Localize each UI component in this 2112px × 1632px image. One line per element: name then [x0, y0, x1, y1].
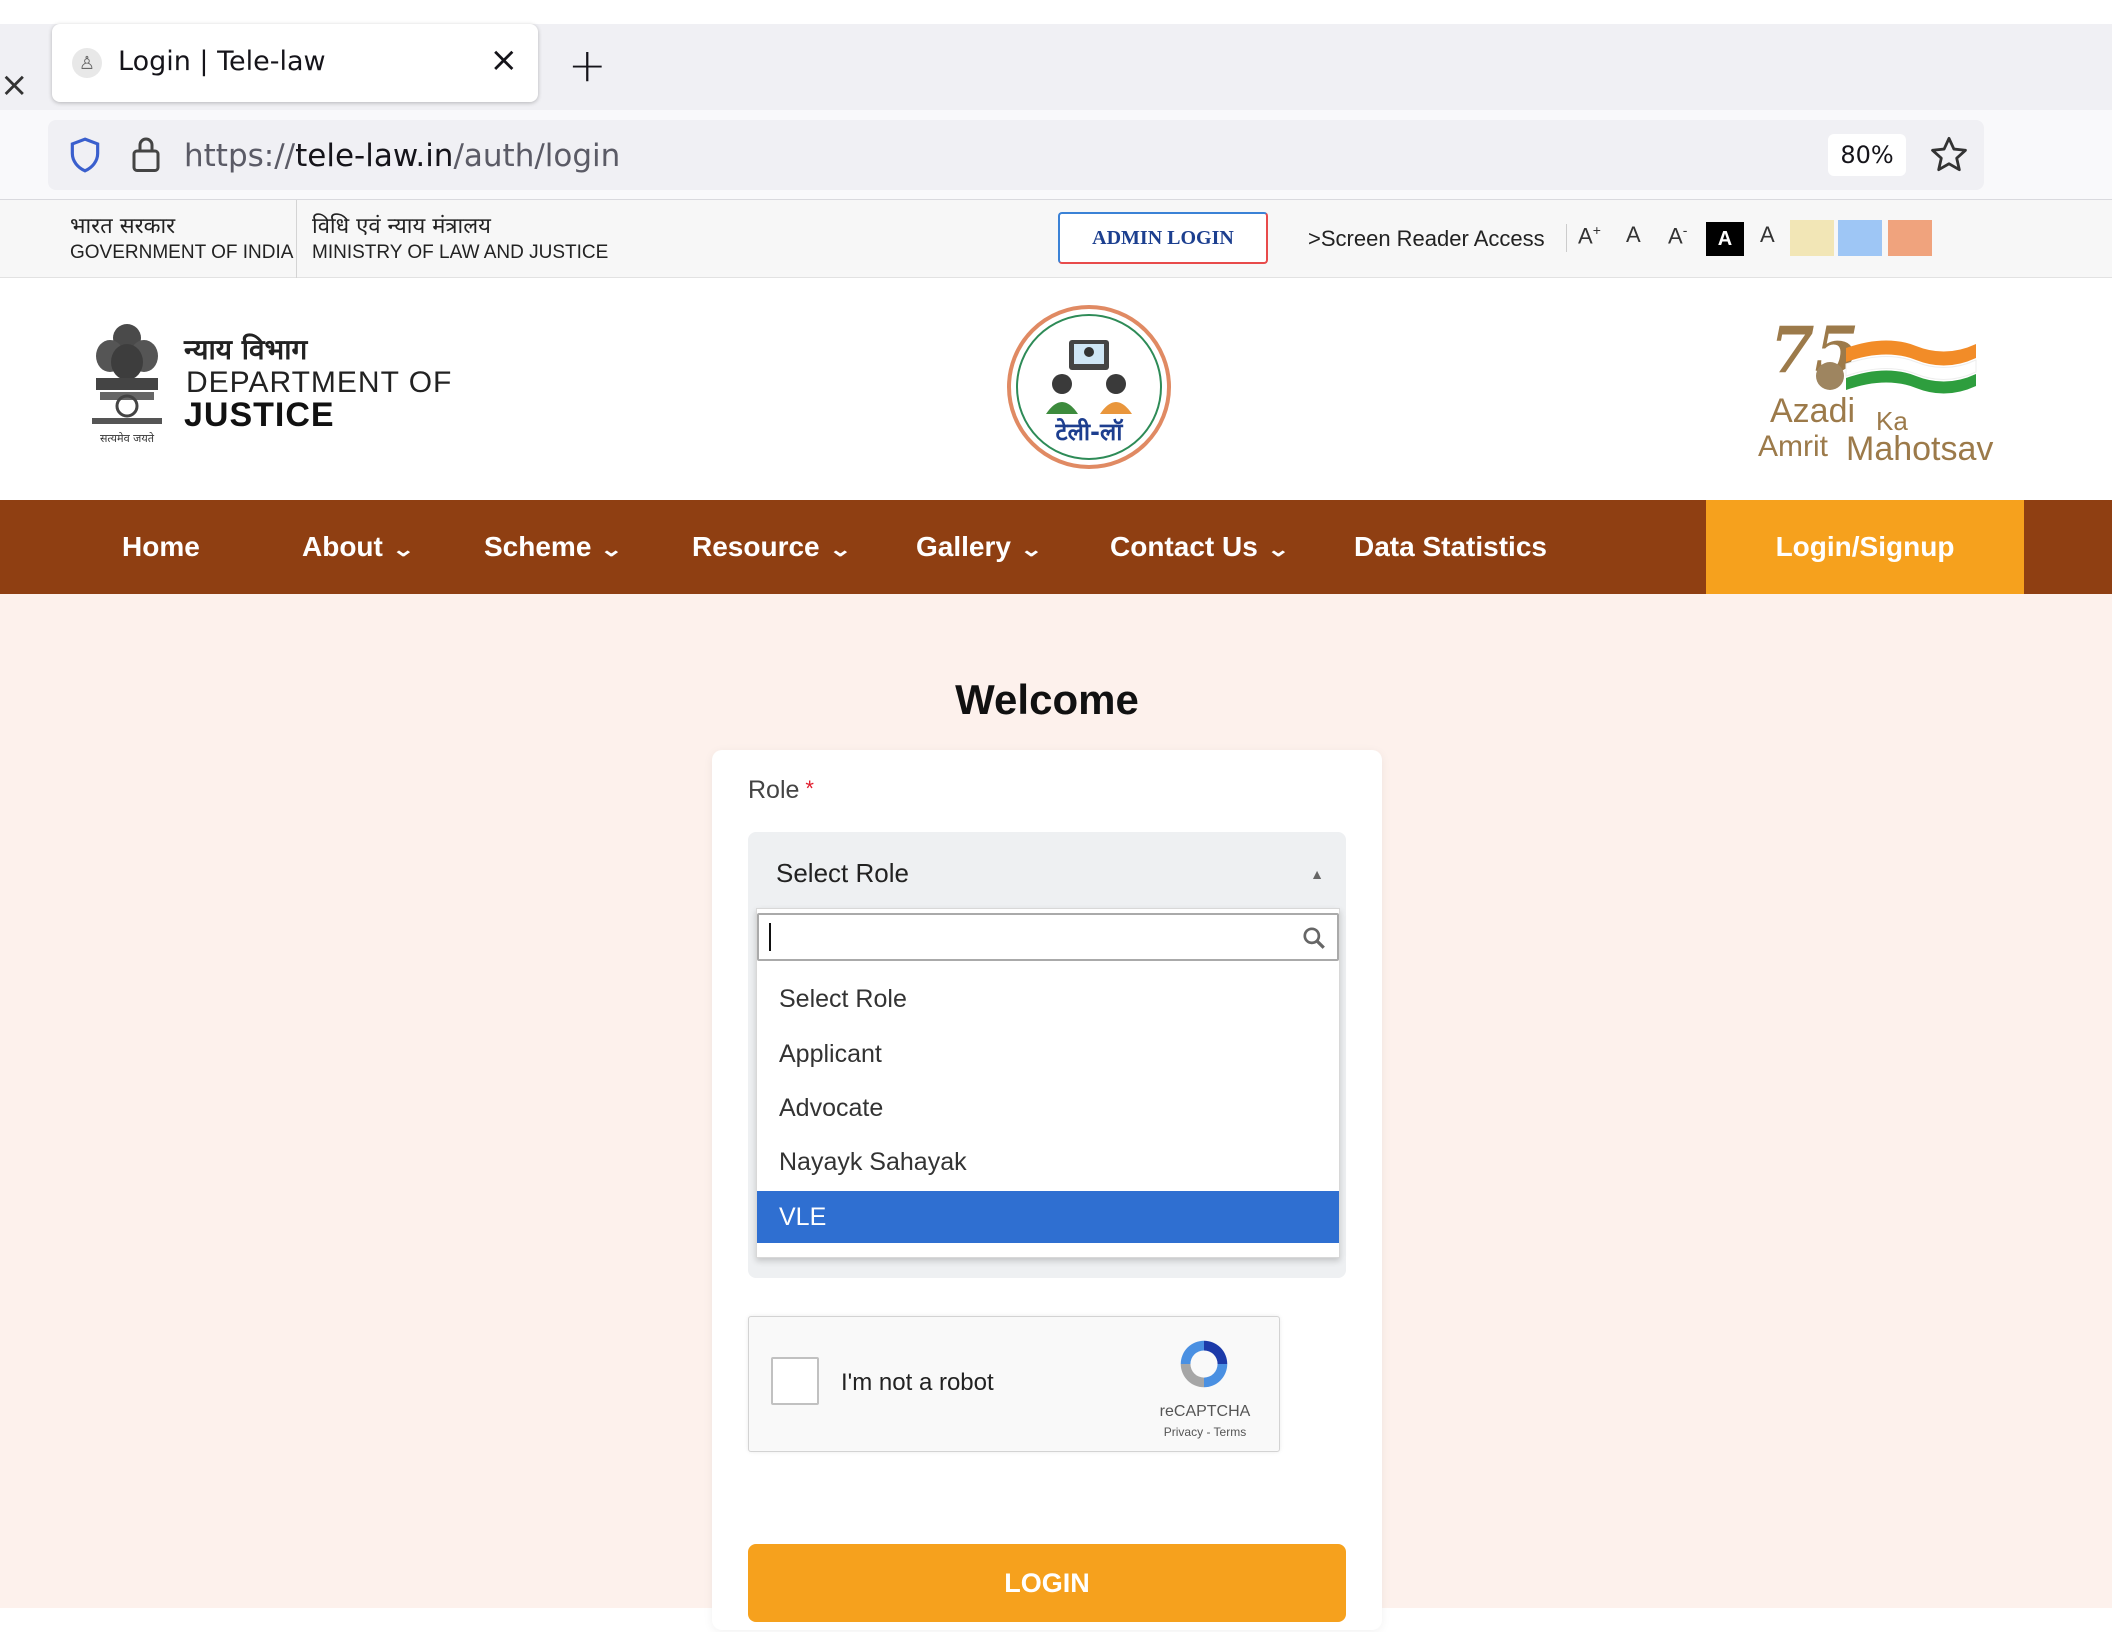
high-contrast-button[interactable]: A [1706, 222, 1744, 256]
tele-law-logo[interactable]: टेली-लॉ [1004, 302, 1174, 472]
national-emblem-logo[interactable]: सत्यमेव जयते [82, 318, 172, 448]
department-hindi-text: न्याय विभाग [184, 333, 308, 366]
azadi-ka-amrit-mahotsav-logo[interactable]: 75 Azadi Ka Amrit Mahotsav [1756, 314, 2024, 464]
theme-orange-swatch[interactable] [1888, 220, 1932, 256]
role-dropdown-list: Select Role Applicant Advocate Nayayk Sa… [756, 908, 1340, 1258]
ministry-english-text: MINISTRY OF LAW AND JUSTICE [312, 242, 609, 263]
search-icon [1303, 927, 1325, 949]
nav-item-scheme[interactable]: Scheme ⌄ [484, 500, 624, 594]
theme-blue-swatch[interactable] [1838, 220, 1882, 256]
main-navigation: Home About ⌄ Scheme ⌄ Resource ⌄ Gallery ⌄ C… [0, 500, 2112, 594]
recaptcha-label: I'm not a robot [841, 1369, 994, 1396]
nav-item-data-statistics[interactable]: Data Statistics [1354, 500, 1547, 594]
role-option-nayayk-sahayak[interactable]: Nayayk Sahayak [757, 1136, 1339, 1188]
browser-toolbar: https://tele-law.in/auth/login 80% [0, 110, 2112, 200]
nav-item-resource[interactable]: Resource ⌄ [692, 500, 852, 594]
chevron-down-icon: ⌄ [391, 539, 415, 561]
recaptcha-brand: reCAPTCHA [1159, 1403, 1251, 1420]
role-label: Role * [748, 776, 814, 804]
ministry-hindi-text: विधि एवं न्याय मंत्रालय [312, 214, 491, 239]
admin-login-button[interactable]: ADMIN LOGIN [1058, 212, 1268, 264]
divider [1566, 224, 1567, 252]
login-button[interactable]: LOGIN [748, 1544, 1346, 1622]
theme-yellow-swatch[interactable] [1790, 220, 1834, 256]
address-bar[interactable]: https://tele-law.in/auth/login 80% [48, 120, 1984, 190]
page-title: Welcome [955, 676, 1139, 723]
nav-item-gallery[interactable]: Gallery ⌄ [916, 500, 1044, 594]
recaptcha-icon [1180, 1340, 1228, 1388]
login-signup-button[interactable]: Login/Signup [1706, 500, 2024, 594]
nav-item-about[interactable]: About ⌄ [302, 500, 415, 594]
page: × ♙ Login | Tele-law × + https://tele-la… [0, 0, 2112, 1632]
role-select[interactable]: Select Role ▲ Select Role Applicant Advo… [748, 832, 1346, 1278]
site-header: सत्यमेव जयते न्याय विभाग DEPARTMENT OF J… [0, 278, 2112, 500]
chevron-down-icon: ⌄ [828, 539, 852, 561]
recaptcha-terms-link[interactable]: Privacy - Terms [1145, 1425, 1265, 1439]
emblem-motto: सत्यमेव जयते [100, 432, 155, 445]
chevron-down-icon: ⌄ [600, 539, 624, 561]
screen-reader-access-link[interactable]: >Screen Reader Access [1308, 226, 1545, 252]
favicon-icon: ♙ [72, 48, 102, 78]
close-previous-tab-icon[interactable]: × [0, 68, 29, 102]
zoom-level-button[interactable]: 80% [1828, 134, 1906, 176]
new-tab-button[interactable]: + [568, 38, 607, 92]
role-option-applicant[interactable]: Applicant [757, 1028, 1339, 1080]
tele-law-logo-text: टेली-लॉ [1054, 418, 1124, 446]
tab-close-icon[interactable]: × [490, 40, 519, 80]
recaptcha-checkbox[interactable] [771, 1357, 819, 1405]
nav-item-home[interactable]: Home [122, 500, 200, 594]
chevron-down-icon: ⌄ [1019, 539, 1044, 561]
main-content: Welcome Role * Select Role ▲ Select Role … [0, 594, 2112, 1630]
shield-icon[interactable] [66, 136, 104, 174]
tab-title: Login | Tele-law [118, 46, 326, 77]
department-line1: DEPARTMENT OF [186, 366, 453, 399]
role-option-vle[interactable]: VLE [757, 1191, 1339, 1243]
required-marker: * [805, 776, 814, 801]
font-increase-button[interactable]: A+ [1578, 222, 1601, 249]
normal-contrast-button[interactable]: A [1760, 222, 1775, 248]
chevron-down-icon: ⌄ [1266, 539, 1290, 561]
font-normal-button[interactable]: A [1626, 222, 1641, 248]
url-text[interactable]: https://tele-law.in/auth/login [184, 138, 620, 174]
browser-tab-strip: × ♙ Login | Tele-law × + [0, 24, 2112, 110]
svg-text:75: 75 [1770, 314, 1859, 388]
akam-amrit: Amrit [1758, 430, 1829, 463]
akam-mahotsav: Mahotsav [1846, 430, 1993, 464]
caret-up-icon: ▲ [1310, 866, 1324, 882]
divider [296, 200, 297, 278]
government-top-bar: भारत सरकार GOVERNMENT OF INDIA विधि एवं … [0, 200, 2112, 278]
text-cursor [769, 923, 771, 951]
role-option-advocate[interactable]: Advocate [757, 1082, 1339, 1134]
lock-icon[interactable] [128, 134, 164, 174]
nav-item-contact-us[interactable]: Contact Us ⌄ [1110, 500, 1290, 594]
akam-azadi: Azadi [1770, 392, 1855, 430]
role-select-value: Select Role [776, 858, 909, 888]
role-search-input[interactable] [757, 913, 1339, 961]
recaptcha-widget: I'm not a robot reCAPTCHA Privacy - Term… [748, 1316, 1280, 1452]
gov-hindi-text: भारत सरकार [70, 214, 176, 239]
font-decrease-button[interactable]: A- [1668, 222, 1687, 249]
gov-english-text: GOVERNMENT OF INDIA [70, 242, 294, 263]
department-line2: JUSTICE [184, 396, 335, 434]
login-card: Role * Select Role ▲ Select Role Applican… [712, 750, 1382, 1630]
role-option-select-role[interactable]: Select Role [757, 973, 1339, 1025]
browser-tab-active[interactable]: ♙ Login | Tele-law × [52, 24, 538, 102]
bookmark-star-icon[interactable] [1928, 134, 1970, 176]
